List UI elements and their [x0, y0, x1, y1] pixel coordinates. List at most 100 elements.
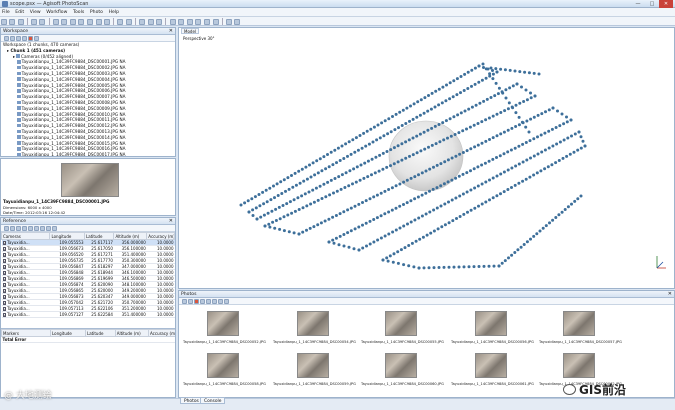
redo-icon[interactable]	[39, 18, 46, 25]
enable-checkbox[interactable]: ✓	[2, 283, 7, 287]
photo-thumbnail[interactable]	[563, 311, 595, 336]
enable-checkbox[interactable]: ✓	[2, 277, 7, 281]
photo-thumbnail[interactable]	[563, 353, 595, 378]
view-estimated-icon[interactable]	[39, 226, 45, 231]
add-photos-icon[interactable]	[9, 36, 15, 41]
import-icon[interactable]	[3, 226, 9, 231]
column-header[interactable]: Markers	[1, 329, 51, 337]
close-icon[interactable]: ✕	[169, 28, 173, 35]
remove-icon[interactable]	[21, 36, 27, 41]
open-icon[interactable]	[9, 18, 16, 25]
move-region-icon[interactable]	[87, 18, 94, 25]
enable-checkbox[interactable]: ✓	[2, 313, 7, 317]
resize-region-icon[interactable]	[95, 18, 102, 25]
close-icon[interactable]: ✕	[668, 291, 672, 298]
menu-photo[interactable]: Photo	[88, 8, 105, 17]
menu-edit[interactable]: Edit	[13, 8, 26, 17]
column-header[interactable]: Altitude (m)	[114, 329, 150, 337]
view-errors-icon[interactable]	[45, 226, 51, 231]
add-photos-icon[interactable]	[181, 299, 187, 304]
maximize-button[interactable]: □	[645, 0, 659, 8]
tree-camera-item[interactable]: Tayuxidianpu_1_14C39FC9884_DSC00017.JPG …	[3, 152, 175, 156]
shaded-icon[interactable]	[186, 18, 193, 25]
tab-console[interactable]: Console	[200, 397, 226, 404]
enable-checkbox[interactable]: ✓	[2, 259, 7, 263]
menu-help[interactable]: Help	[107, 8, 121, 17]
enable-checkbox[interactable]: ✓	[2, 295, 7, 299]
enable-checkbox[interactable]: ✓	[2, 265, 7, 269]
table-row[interactable]: ✓Tayuxidia... 109.057127 25.622584 351.4000…	[1, 311, 175, 318]
menu-tools[interactable]: Tools	[71, 8, 86, 17]
close-icon[interactable]: ✕	[169, 218, 173, 225]
photo-thumbnail[interactable]	[475, 311, 507, 336]
crop-selection-icon[interactable]	[126, 18, 132, 25]
model-viewport[interactable]	[179, 28, 675, 289]
enable-icon[interactable]	[199, 299, 205, 304]
enable-checkbox[interactable]: ✓	[2, 289, 7, 293]
enable-checkbox[interactable]: ✓	[2, 247, 7, 251]
delete-icon[interactable]	[193, 299, 199, 304]
column-header[interactable]: Latitude	[85, 329, 116, 337]
delete-selection-icon[interactable]	[117, 18, 124, 25]
enable-checkbox[interactable]: ✓	[2, 253, 7, 257]
free-select-icon[interactable]	[78, 18, 85, 25]
new-icon[interactable]	[0, 18, 7, 25]
column-header[interactable]: Accuracy (m)	[146, 232, 175, 240]
show-cameras-icon[interactable]	[225, 18, 232, 25]
camera-position-dot	[558, 140, 562, 144]
column-header[interactable]: Cameras	[1, 232, 51, 240]
undo-icon[interactable]	[30, 18, 37, 25]
menu-file[interactable]: File	[0, 8, 12, 17]
reset-view-icon[interactable]	[156, 18, 163, 25]
remove-photos-icon[interactable]	[187, 299, 193, 304]
add-folder-icon[interactable]	[15, 36, 21, 41]
column-header[interactable]: Accuracy (m)	[148, 329, 175, 337]
photo-thumbnail[interactable]	[297, 353, 329, 378]
disable-icon[interactable]	[205, 299, 211, 304]
enable-checkbox[interactable]: ✓	[2, 307, 7, 311]
photo-thumbnail[interactable]	[385, 353, 417, 378]
column-header[interactable]: Latitude	[84, 232, 115, 240]
update-icon[interactable]	[21, 226, 27, 231]
photo-thumbnail[interactable]	[207, 353, 239, 378]
export-icon[interactable]	[9, 226, 15, 231]
column-header[interactable]: Longitude	[50, 329, 86, 337]
circle-select-icon[interactable]	[69, 18, 76, 25]
navigation-icon[interactable]	[52, 18, 59, 25]
rotate-region-icon[interactable]	[104, 18, 111, 25]
clear-icon[interactable]	[15, 226, 21, 231]
column-header[interactable]: Longitude	[49, 232, 86, 240]
show-markers-icon[interactable]	[234, 18, 241, 25]
camera-position-dot	[473, 145, 477, 149]
enable-checkbox[interactable]: ✓	[2, 301, 7, 305]
rotate-right-icon[interactable]	[217, 299, 223, 304]
menu-view[interactable]: View	[28, 8, 43, 17]
rotate-left-icon[interactable]	[211, 299, 217, 304]
view-source-icon[interactable]	[33, 226, 39, 231]
add-chunk-icon[interactable]	[3, 36, 9, 41]
optimize-icon[interactable]	[27, 226, 33, 231]
photo-thumbnail[interactable]	[475, 353, 507, 378]
textured-icon[interactable]	[212, 18, 219, 25]
save-icon[interactable]	[17, 18, 24, 25]
solid-icon[interactable]	[195, 18, 202, 25]
wireframe-icon[interactable]	[203, 18, 210, 25]
settings-icon[interactable]	[51, 226, 57, 231]
photo-thumbnail[interactable]	[297, 311, 329, 336]
enable-checkbox[interactable]: ✓	[2, 271, 7, 275]
zoom-in-icon[interactable]	[139, 18, 146, 25]
enable-checkbox[interactable]: ✓	[2, 241, 7, 245]
rect-select-icon[interactable]	[61, 18, 68, 25]
column-header[interactable]: Altitude (m)	[113, 232, 148, 240]
dense-cloud-icon[interactable]	[178, 18, 185, 25]
zoom-out-icon[interactable]	[147, 18, 154, 25]
photo-thumbnail[interactable]	[385, 311, 417, 336]
point-cloud-icon[interactable]	[169, 18, 176, 25]
settings-icon[interactable]	[33, 36, 39, 41]
photo-thumbnail[interactable]	[207, 311, 239, 336]
close-button[interactable]: ✕	[659, 0, 673, 8]
view-mode-icon[interactable]	[223, 299, 229, 304]
minimize-button[interactable]: —	[631, 0, 645, 8]
delete-icon[interactable]	[27, 36, 33, 41]
menu-workflow[interactable]: Workflow	[44, 8, 69, 17]
